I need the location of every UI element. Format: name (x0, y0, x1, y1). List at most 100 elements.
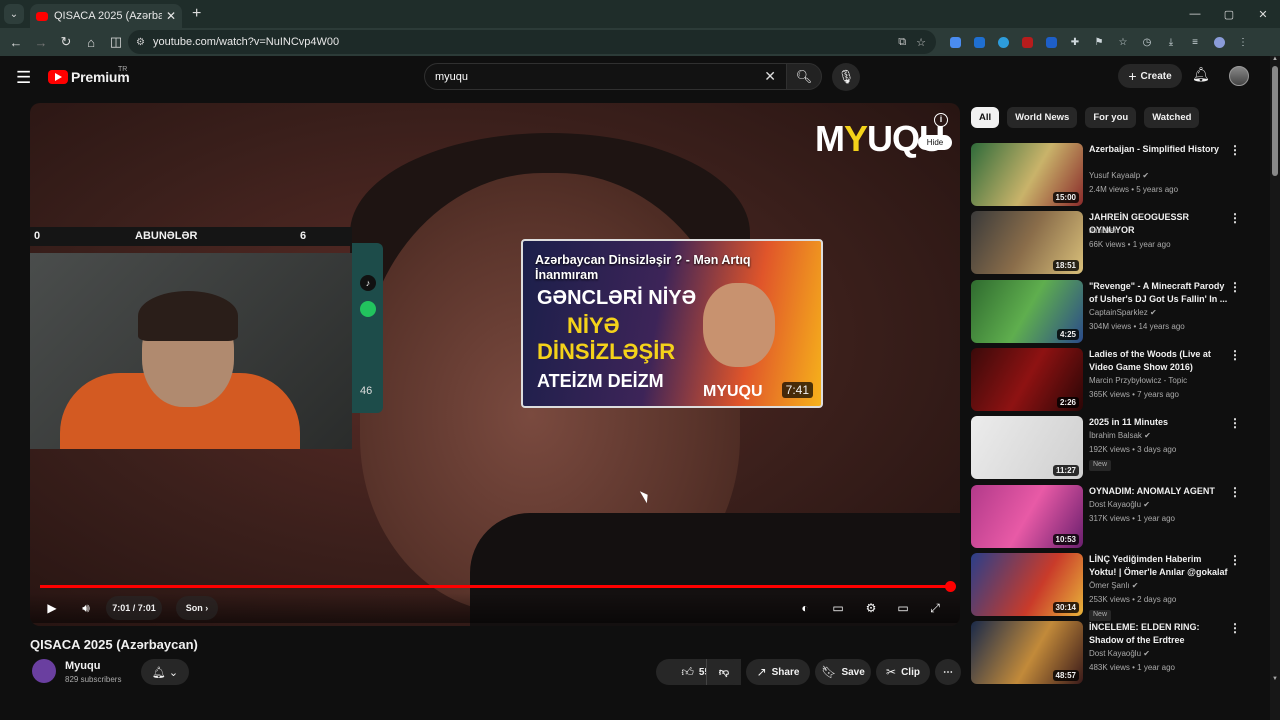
recommendation-item[interactable]: 48:57 İNCELEME: ELDEN RING: Shadow of the… (971, 621, 1251, 685)
recommendation-item[interactable]: 18:51 JAHREİN GEOGUESSR OYNUYOR Jahistan 66… (971, 211, 1251, 275)
back-arrow-icon[interactable]: ← (4, 30, 28, 54)
recommendation-channel[interactable]: Dost Kayaoğlu ✔ (1089, 500, 1150, 509)
recommendation-item[interactable]: 10:53 OYNADIM: ANOMALY AGENT Dost Kayaoğlu… (971, 484, 1251, 549)
browser-menu-icon[interactable]: ⋮ (1232, 32, 1254, 52)
play-button[interactable]: ▶ (40, 596, 64, 620)
recommendation-item[interactable]: 11:27 2025 in 11 Minutes İbrahim Balsak ✔ 1… (971, 416, 1251, 480)
more-actions-button[interactable]: ⋯ (935, 659, 961, 685)
tab-close-icon[interactable]: ✕ (166, 9, 176, 23)
recommendation-thumbnail[interactable]: 30:14 (971, 552, 1083, 616)
more-options-icon[interactable]: ⋮ (1229, 143, 1241, 157)
recommendation-channel[interactable]: Ömer Şanlı ✔ (1089, 581, 1138, 590)
voice-search-button[interactable]: 🎙︎ (832, 63, 860, 91)
recommendation-title[interactable]: OYNADIM: ANOMALY AGENT (1089, 485, 1229, 498)
recommendation-thumbnail[interactable]: 2:26 (971, 347, 1083, 411)
bookmarks-icon[interactable]: ☆ (1112, 32, 1134, 52)
notifications-bell-icon[interactable]: 🔔︎ (1192, 66, 1210, 83)
hide-button[interactable]: Hide (918, 135, 952, 150)
recommendation-thumbnail[interactable]: 48:57 (971, 621, 1083, 685)
recommendation-channel[interactable]: Jahistan (1089, 226, 1119, 235)
extensions-puzzle-icon[interactable]: ✚ (1064, 32, 1086, 52)
extension-2-icon[interactable] (968, 32, 990, 52)
end-screen-video-card[interactable]: GƏNCLƏRİ NİYƏ NİYƏ DİNSİZLƏŞİR ATEİZM DE… (521, 239, 823, 408)
address-bar[interactable]: ⚙ youtube.com/watch?v=NuINCvp4W00 ⧉ ☆ (128, 30, 936, 54)
recommendation-thumbnail[interactable]: 15:00 (971, 143, 1083, 206)
recommendation-thumbnail[interactable]: 4:25 (971, 279, 1083, 343)
clear-search-icon[interactable]: ✕ (764, 68, 776, 85)
split-view-icon[interactable]: ◫ (104, 30, 128, 54)
page-scrollbar[interactable]: ▲ ▼ (1270, 56, 1280, 720)
recommendation-item[interactable]: 30:14 LİNÇ Yediğimden Haberim Yoktu! | Öm… (971, 552, 1251, 621)
youtube-premium-logo[interactable]: Premium TR (48, 66, 130, 85)
recommendation-thumbnail[interactable]: 11:27 (971, 416, 1083, 480)
recommendation-title[interactable]: Azerbaijan - Simplified History (1089, 143, 1229, 156)
theater-mode-icon[interactable]: ▭ (892, 596, 914, 620)
new-tab-button[interactable]: + (192, 5, 201, 23)
recommendation-channel[interactable]: Marcin Przybyłowicz - Topic (1089, 376, 1187, 385)
recommendation-title[interactable]: LİNÇ Yediğimden Haberim Yoktu! | Ömer'le… (1089, 553, 1229, 579)
recommendation-title[interactable]: "Revenge" - A Minecraft Parody of Usher'… (1089, 280, 1229, 306)
more-options-icon[interactable]: ⋮ (1229, 211, 1241, 225)
progress-bar[interactable] (40, 581, 956, 592)
video-player[interactable]: MYUQU i Hide ♪ 46 0 ABUNƏLƏR 6 GƏNCLƏRİ … (30, 103, 960, 626)
more-options-icon[interactable]: ⋮ (1229, 485, 1241, 499)
more-options-icon[interactable]: ⋮ (1229, 553, 1241, 567)
chip-world-news[interactable]: World News (1007, 107, 1078, 128)
forward-arrow-icon[interactable]: → (29, 30, 53, 54)
restore-button[interactable]: ▢ (1212, 0, 1246, 28)
extension-5-icon[interactable] (1040, 32, 1062, 52)
scrollbar-thumb[interactable] (1272, 66, 1278, 176)
chip-all[interactable]: All (971, 107, 1000, 128)
extension-1-icon[interactable] (944, 32, 966, 52)
install-app-icon[interactable]: ⧉ (898, 36, 906, 49)
progress-scrubber[interactable] (945, 581, 956, 592)
history-icon[interactable]: ◷ (1136, 32, 1158, 52)
dislike-button[interactable]: 👎︎ (706, 659, 741, 685)
settings-gear-icon[interactable]: ⚙ (860, 596, 882, 620)
reload-icon[interactable]: ↻ (54, 30, 78, 54)
close-window-button[interactable]: ✕ (1246, 0, 1280, 28)
bookmark-star-icon[interactable]: ☆ (916, 36, 926, 49)
channel-name[interactable]: Myuqu (65, 660, 100, 672)
home-icon[interactable]: ⌂ (79, 30, 103, 54)
more-options-icon[interactable]: ⋮ (1229, 621, 1241, 635)
recommendation-item[interactable]: 2:26 Ladies of the Woods (Live at Video G… (971, 347, 1251, 412)
fullscreen-icon[interactable]: ⤢ (924, 596, 946, 620)
chapter-button[interactable]: Son › (176, 596, 218, 620)
download-icon[interactable]: ⤓ (1160, 32, 1182, 52)
share-button[interactable]: ↗ Share (746, 659, 810, 685)
chip-for-you[interactable]: For you (1085, 107, 1137, 128)
channel-avatar[interactable] (32, 659, 56, 683)
subscribed-bell-button[interactable]: 🔔︎ ⌄ (141, 659, 189, 685)
extension-3-icon[interactable] (992, 32, 1014, 52)
clip-button[interactable]: ✂ Clip (876, 659, 930, 685)
recommendation-item[interactable]: 4:25 "Revenge" - A Minecraft Parody of Us… (971, 279, 1251, 344)
scroll-down-arrow-icon[interactable]: ▼ (1272, 676, 1278, 682)
hamburger-menu-icon[interactable]: ☰ (16, 68, 31, 88)
recommendation-channel[interactable]: Dost Kayaoğlu ✔ (1089, 649, 1150, 658)
recommendation-title[interactable]: Ladies of the Woods (Live at Video Game … (1089, 348, 1229, 374)
chip-watched[interactable]: Watched (1144, 107, 1200, 128)
ublock-icon[interactable] (1016, 32, 1038, 52)
recommendation-channel[interactable]: Yusuf Kayaalp ✔ (1089, 171, 1149, 180)
autoplay-toggle[interactable]: ◐ (794, 596, 816, 620)
minimize-button[interactable]: — (1178, 0, 1212, 28)
scroll-up-arrow-icon[interactable]: ▲ (1272, 56, 1278, 62)
volume-icon[interactable]: 🔊︎ (74, 596, 98, 620)
recommendation-channel[interactable]: CaptainSparklez ✔ (1089, 308, 1157, 317)
reading-list-icon[interactable]: ≡ (1184, 32, 1206, 52)
search-input[interactable]: myuqu ✕ (424, 63, 786, 90)
more-options-icon[interactable]: ⋮ (1229, 416, 1241, 430)
create-button[interactable]: + Create (1118, 64, 1182, 88)
recommendation-channel[interactable]: İbrahim Balsak ✔ (1089, 431, 1151, 440)
save-button[interactable]: 🔖︎ Save (815, 659, 871, 685)
extension-7-icon[interactable]: ⚑ (1088, 32, 1110, 52)
recommendation-title[interactable]: İNCELEME: ELDEN RING: Shadow of the Erdt… (1089, 621, 1229, 647)
info-icon[interactable]: i (934, 113, 948, 127)
search-button[interactable]: 🔍︎ (786, 63, 822, 90)
more-options-icon[interactable]: ⋮ (1229, 348, 1241, 362)
site-info-icon[interactable]: ⚙ (136, 37, 145, 48)
recommendation-item[interactable]: 15:00 Azerbaijan - Simplified History Yusu… (971, 143, 1251, 207)
subtitles-icon[interactable]: ▭ (827, 596, 849, 620)
browser-tab-active[interactable]: QISACA 2025 (Azərbaycan) - Yo ✕ (30, 4, 182, 28)
